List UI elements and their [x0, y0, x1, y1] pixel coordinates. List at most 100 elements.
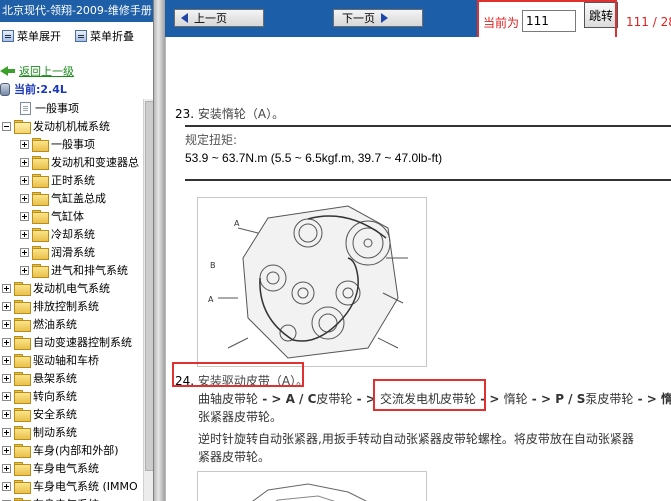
tree-item-label: 正时系统: [51, 174, 95, 187]
expand-toggle-icon[interactable]: [2, 355, 11, 365]
expand-toggle-icon[interactable]: [2, 409, 11, 419]
expand-toggle-icon[interactable]: [2, 337, 11, 347]
expand-toggle-icon[interactable]: [2, 319, 11, 329]
tree-item[interactable]: 进气和排气系统: [0, 261, 142, 279]
tree-item-label: 车身(内部和外部): [33, 444, 119, 457]
back-arrow-icon: [0, 65, 16, 77]
folder-icon: [14, 300, 31, 314]
tree-item-label: 发动机电气系统: [33, 282, 110, 295]
expand-toggle-icon[interactable]: [20, 157, 29, 167]
folder-icon: [14, 282, 31, 296]
menu-expand-button[interactable]: 菜单展开: [2, 28, 61, 44]
tree-item[interactable]: 燃油系统: [0, 315, 142, 333]
page-toolbar: 上一页 下一页 当前为 跳转 111 / 28: [165, 0, 671, 46]
current-page-label: 当前为: [483, 16, 520, 30]
belt-figure: [197, 471, 427, 501]
collapse-toggle-icon[interactable]: [2, 121, 11, 131]
engine-illustration: A B A: [208, 205, 408, 359]
expand-toggle-icon[interactable]: [20, 247, 29, 257]
torque-spec: 规定扭矩: 53.9 ~ 63.7N.m (5.5 ~ 6.5kgf.m, 39…: [185, 125, 671, 167]
tree-item-label: 一般事项: [51, 138, 95, 151]
tree-item[interactable]: 正时系统: [0, 171, 142, 189]
menu-expand-label: 菜单展开: [17, 30, 61, 43]
menu-collapse-button[interactable]: 菜单折叠: [75, 28, 134, 44]
tree-item[interactable]: 一般事项: [0, 135, 142, 153]
expand-toggle-icon[interactable]: [2, 373, 11, 383]
expand-toggle-icon[interactable]: [20, 211, 29, 221]
routing-arrow-3: - >: [476, 392, 504, 406]
folder-open-icon: [14, 120, 31, 134]
tree-item[interactable]: 发动机和变速器总: [0, 153, 142, 171]
figure-label-a2: A: [208, 295, 214, 304]
expand-toggle-icon[interactable]: [2, 391, 11, 401]
tree-item[interactable]: 安全系统: [0, 405, 142, 423]
ps-pump-pulley: 泵皮带轮: [585, 392, 634, 406]
scrollbar-thumb[interactable]: [145, 101, 153, 471]
folder-icon: [14, 480, 31, 494]
tree-item-label: 车身电气系统: [33, 496, 99, 501]
step-24: 24. 安装驱动皮带（A）。: [175, 372, 308, 389]
tree-item[interactable]: 悬架系统: [0, 369, 142, 387]
tree-item-label: 气缸盖总成: [51, 192, 106, 205]
crank-pulley: 曲轴皮带轮: [198, 392, 259, 406]
expand-toggle-icon[interactable]: [2, 283, 11, 293]
tree-item[interactable]: 车身电气系统: [0, 459, 142, 477]
figure-label-a: A: [234, 219, 240, 228]
tree-item-label: 驱动轴和车桥: [33, 354, 99, 367]
folder-icon: [14, 390, 31, 404]
tree-item[interactable]: 气缸体: [0, 207, 142, 225]
expand-toggle-icon[interactable]: [2, 301, 11, 311]
page-number-input[interactable]: [522, 10, 576, 32]
tree-item-label: 制动系统: [33, 426, 77, 439]
tree-item[interactable]: 车身电气系统 (IMMO: [0, 477, 142, 495]
tree-item[interactable]: 制动系统: [0, 423, 142, 441]
tree-item-label: 自动变速器控制系统: [33, 336, 132, 349]
panel-splitter[interactable]: [154, 0, 165, 501]
right-arrow-icon: [381, 13, 388, 23]
tree-item[interactable]: 车身(内部和外部): [0, 441, 142, 459]
expand-toggle-icon[interactable]: [2, 427, 11, 437]
jump-button[interactable]: 跳转: [584, 2, 618, 28]
tree-item[interactable]: 冷却系统: [0, 225, 142, 243]
tree-item[interactable]: 排放控制系统: [0, 297, 142, 315]
routing-arrow-2: - >: [352, 392, 381, 406]
tree-item[interactable]: 自动变速器控制系统: [0, 333, 142, 351]
next-page-button[interactable]: 下一页: [333, 9, 423, 27]
tree-item-label: 排放控制系统: [33, 300, 99, 313]
tree-item[interactable]: 发动机机械系统: [0, 117, 142, 135]
belt-illustration: [252, 483, 368, 501]
tree-item-label: 冷却系统: [51, 228, 95, 241]
routing-arrow-5: - > 惰: [633, 392, 671, 406]
expand-toggle-icon[interactable]: [20, 229, 29, 239]
belt-routing-line-2: 张紧器皮带轮。: [198, 410, 283, 424]
tree-item[interactable]: 润滑系统: [0, 243, 142, 261]
navigation-panel: 北京现代-领翔-2009-维修手册 菜单展开 菜单折叠 返回上一级 当前:2.4…: [0, 0, 154, 501]
back-link[interactable]: 返回上一级: [0, 63, 74, 79]
folder-icon: [14, 426, 31, 440]
expand-toggle-icon[interactable]: [20, 193, 29, 203]
tree-item[interactable]: 一般事项: [0, 99, 142, 117]
expand-toggle-icon[interactable]: [20, 265, 29, 275]
current-location-label: 当前:2.4L: [14, 83, 67, 96]
expand-toggle-icon[interactable]: [2, 481, 11, 491]
expand-toggle-icon[interactable]: [20, 139, 29, 149]
tree-scrollbar[interactable]: [143, 99, 153, 501]
ac-pulley: 皮带轮: [316, 392, 353, 406]
prev-page-button[interactable]: 上一页: [174, 9, 264, 27]
tree-item[interactable]: 发动机电气系统: [0, 279, 142, 297]
step-23-number: 23.: [175, 107, 195, 121]
folder-icon: [14, 462, 31, 476]
expand-toggle-icon[interactable]: [20, 175, 29, 185]
prev-page-label: 上一页: [194, 12, 227, 25]
tree-item[interactable]: 车身电气系统: [0, 495, 142, 501]
back-link-label[interactable]: 返回上一级: [19, 63, 74, 79]
expand-toggle-icon[interactable]: [2, 463, 11, 473]
disk-icon: [0, 82, 10, 96]
step-24-number: 24.: [175, 374, 195, 388]
torque-label: 规定扭矩:: [185, 133, 238, 147]
tree-item[interactable]: 转向系统: [0, 387, 142, 405]
document-content: 23. 安装惰轮（A）。 规定扭矩: 53.9 ~ 63.7N.m (5.5 ~…: [165, 37, 671, 501]
tree-item[interactable]: 气缸盖总成: [0, 189, 142, 207]
tree-item[interactable]: 驱动轴和车桥: [0, 351, 142, 369]
expand-toggle-icon[interactable]: [2, 445, 11, 455]
